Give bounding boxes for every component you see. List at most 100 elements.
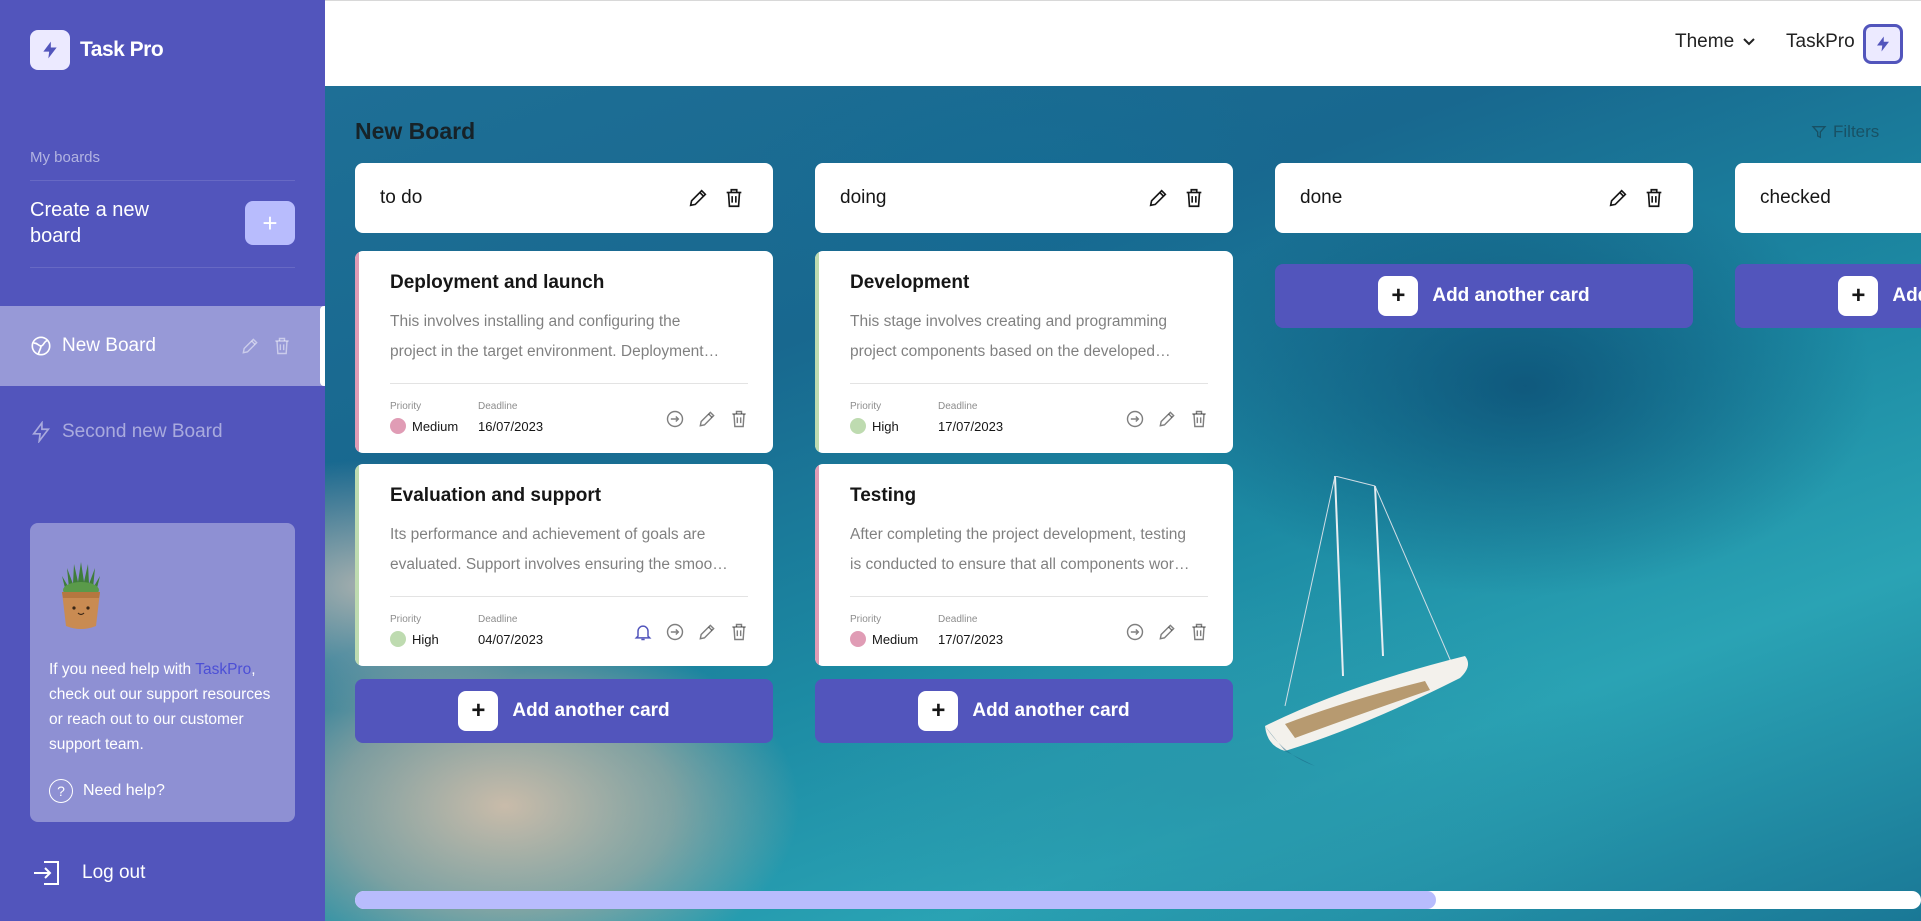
app-name: Task Pro [80, 38, 164, 61]
column-title: checked [1760, 187, 1831, 208]
column-header: to do [355, 163, 773, 233]
task-card[interactable]: Development This stage involves creating… [815, 251, 1233, 453]
trash-icon[interactable] [1183, 187, 1205, 209]
pencil-icon[interactable] [687, 187, 709, 209]
board-name: Second new Board [62, 421, 223, 442]
add-card-button[interactable]: + Add another card [1275, 264, 1693, 328]
deadline-label: Deadline [478, 614, 518, 625]
puzzle-icon [30, 335, 52, 357]
trash-icon[interactable] [729, 409, 749, 429]
column-actions [1607, 187, 1665, 209]
pencil-icon[interactable] [240, 336, 260, 356]
card-description: Its performance and achievement of goals… [390, 526, 726, 573]
add-card-button[interactable]: + Add another card [1735, 264, 1921, 328]
header: Theme TaskPro [325, 0, 1921, 86]
task-card[interactable]: Testing After completing the project dev… [815, 464, 1233, 666]
move-card-icon[interactable] [665, 409, 685, 429]
lightning-icon [30, 30, 70, 70]
pencil-icon[interactable] [697, 622, 717, 642]
card-title: Development [850, 272, 970, 293]
card-actions [1125, 622, 1209, 642]
app-logo[interactable]: Task Pro [30, 30, 164, 70]
help-text-before: If you need help with [49, 661, 196, 678]
filters-button[interactable]: Filters [1811, 122, 1879, 142]
add-card-button[interactable]: + Add another card [815, 679, 1233, 743]
priority-value: Medium [390, 418, 458, 434]
plus-icon: + [1378, 276, 1419, 316]
trash-icon[interactable] [1189, 409, 1209, 429]
filters-label: Filters [1833, 122, 1880, 141]
priority-dot [850, 631, 866, 647]
need-help-button[interactable]: ? Need help? [49, 779, 165, 803]
trash-icon[interactable] [272, 336, 292, 356]
sidebar-item-new-board[interactable]: New Board [0, 306, 325, 386]
priority-dot [390, 418, 406, 434]
add-card-label: Add another card [1892, 285, 1921, 306]
board-name: New Board [62, 335, 156, 356]
deadline-label: Deadline [938, 614, 978, 625]
pencil-icon[interactable] [1147, 187, 1169, 209]
priority-text: High [412, 631, 439, 647]
priority-label: Priority [390, 401, 422, 412]
horizontal-scrollbar[interactable] [355, 891, 1921, 909]
divider [850, 596, 1208, 597]
column-header: doing [815, 163, 1233, 233]
column-header: done [1275, 163, 1693, 233]
plus-icon: + [1838, 276, 1879, 316]
card-actions [633, 622, 749, 642]
pencil-icon[interactable] [1157, 622, 1177, 642]
divider [850, 383, 1208, 384]
help-text: If you need help with TaskPro, check out… [49, 657, 279, 757]
user-name[interactable]: TaskPro [1786, 31, 1855, 53]
add-card-label: Add another card [512, 700, 670, 721]
card-actions [1125, 409, 1209, 429]
column-title: doing [840, 187, 887, 208]
priority-label: Priority [850, 401, 882, 412]
task-card[interactable]: Deployment and launch This involves inst… [355, 251, 773, 453]
priority-dot [390, 631, 406, 647]
logout-button[interactable]: Log out [30, 855, 145, 891]
board-title: New Board [355, 118, 476, 144]
theme-label: Theme [1675, 31, 1735, 52]
create-board-button[interactable]: + [245, 201, 295, 245]
scrollbar-thumb[interactable] [355, 891, 1436, 909]
avatar[interactable] [1863, 24, 1903, 64]
column-doing: doing Development This stage involves cr… [815, 163, 1233, 743]
lightning-icon [30, 421, 52, 443]
pencil-icon[interactable] [697, 409, 717, 429]
card-description: This involves installing and configuring… [390, 313, 704, 360]
bell-icon[interactable] [633, 622, 653, 642]
add-card-button[interactable]: + Add another card [355, 679, 773, 743]
chevron-down-icon [1742, 37, 1756, 47]
priority-value: High [390, 631, 439, 647]
column-actions [687, 187, 745, 209]
column-header: checked [1735, 163, 1921, 233]
card-title: Evaluation and support [390, 485, 602, 506]
column-title: to do [380, 187, 423, 208]
pencil-icon[interactable] [1157, 409, 1177, 429]
trash-icon[interactable] [1643, 187, 1665, 209]
pencil-icon[interactable] [1607, 187, 1629, 209]
trash-icon[interactable] [729, 622, 749, 642]
column-actions [1147, 187, 1205, 209]
plus-icon: + [262, 207, 278, 238]
priority-text: Medium [872, 631, 919, 647]
sidebar: Task Pro My boards Create a new board + … [0, 0, 325, 921]
taskpro-link[interactable]: TaskPro [195, 661, 251, 678]
sidebar-item-second-new-board[interactable]: Second new Board [0, 392, 325, 472]
board-area: New Board Filters to do Deployment and l… [325, 86, 1921, 921]
help-card: If you need help with TaskPro, check out… [30, 523, 295, 822]
need-help-label: Need help? [83, 782, 165, 799]
cactus-illustration [54, 558, 108, 630]
move-card-icon[interactable] [1125, 409, 1145, 429]
move-card-icon[interactable] [665, 622, 685, 642]
sailboat-image [1265, 476, 1469, 766]
task-card[interactable]: Evaluation and support Its performance a… [355, 464, 773, 666]
theme-dropdown[interactable]: Theme [1675, 31, 1756, 53]
trash-icon[interactable] [723, 187, 745, 209]
trash-icon[interactable] [1189, 622, 1209, 642]
move-card-icon[interactable] [1125, 622, 1145, 642]
plus-icon: + [458, 691, 499, 731]
column-checked: checked + Add another card [1735, 163, 1921, 328]
add-card-label: Add another card [1432, 285, 1590, 306]
